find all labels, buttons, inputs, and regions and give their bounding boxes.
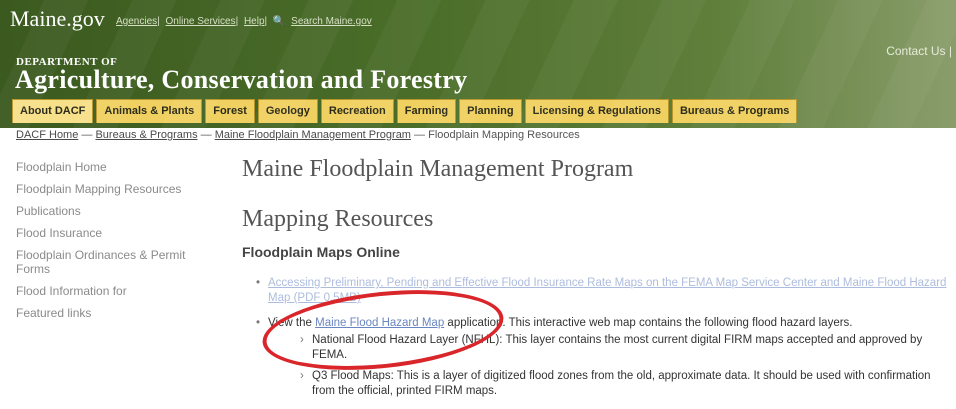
breadcrumb-bureaus-programs[interactable]: Bureaus & Programs — [95, 129, 197, 141]
maine-gov-logo[interactable]: Maine.gov — [10, 6, 105, 32]
tab-bureaus-programs[interactable]: Bureaus & Programs — [671, 99, 798, 123]
bullet-text: application. This interactive web map co… — [444, 317, 853, 329]
tab-farming[interactable]: Farming — [396, 99, 457, 123]
breadcrumb: DACF Home — Bureaus & Programs — Maine F… — [16, 129, 580, 141]
tab-licensing-regulations[interactable]: Licensing & Regulations — [524, 99, 669, 123]
agencies-link[interactable]: Agencies — [116, 16, 157, 27]
breadcrumb-separator: — — [410, 129, 429, 141]
sidebar-item-featured-links[interactable]: Featured links — [16, 306, 216, 320]
main-content: Maine Floodplain Management Program Mapp… — [242, 156, 952, 409]
sidebar-item-ordinances-permits[interactable]: Floodplain Ordinances & Permit Forms — [16, 248, 216, 276]
sidebar-item-floodplain-home[interactable]: Floodplain Home — [16, 160, 216, 174]
top-links: Agencies| Online Services| Help| 🔍 Searc… — [116, 16, 372, 27]
department-label: DEPARTMENT OF — [16, 56, 118, 68]
tab-geology[interactable]: Geology — [257, 99, 318, 123]
tab-planning[interactable]: Planning — [459, 99, 522, 123]
breadcrumb-dacf-home[interactable]: DACF Home — [16, 129, 78, 141]
breadcrumb-floodplain-program[interactable]: Maine Floodplain Management Program — [215, 129, 411, 141]
online-services-link[interactable]: Online Services — [166, 16, 236, 27]
tab-recreation[interactable]: Recreation — [320, 99, 394, 123]
page-title: Maine Floodplain Management Program — [242, 156, 634, 182]
list-item: Q3 Flood Maps: This is a layer of digiti… — [300, 369, 952, 399]
breadcrumb-separator: — — [78, 129, 96, 141]
section-heading: Floodplain Maps Online — [242, 244, 400, 260]
sidebar-item-flood-information[interactable]: Flood Information for — [16, 284, 216, 298]
site-header: Maine.gov Agencies| Online Services| Hel… — [0, 0, 956, 128]
main-nav-tabs: About DACF Animals & Plants Forest Geolo… — [12, 99, 800, 123]
agency-title: Agriculture, Conservation and Forestry — [15, 65, 468, 94]
search-icon: 🔍 — [272, 16, 286, 27]
sidebar-item-publications[interactable]: Publications — [16, 204, 216, 218]
page-subtitle: Mapping Resources — [242, 206, 434, 232]
tab-animals-plants[interactable]: Animals & Plants — [96, 99, 203, 123]
sidebar-item-flood-insurance[interactable]: Flood Insurance — [16, 226, 216, 240]
sidebar-item-mapping-resources[interactable]: Floodplain Mapping Resources — [16, 182, 216, 196]
breadcrumb-current: Floodplain Mapping Resources — [428, 129, 580, 141]
breadcrumb-separator: — — [197, 129, 215, 141]
sidebar-nav: Floodplain Home Floodplain Mapping Resou… — [16, 160, 216, 328]
help-link[interactable]: Help — [244, 16, 265, 27]
contact-link[interactable]: Contact Us | — [886, 44, 952, 58]
tab-forest[interactable]: Forest — [205, 99, 255, 123]
search-link[interactable]: Search Maine.gov — [291, 16, 372, 27]
tab-about-dacf[interactable]: About DACF — [12, 99, 94, 123]
